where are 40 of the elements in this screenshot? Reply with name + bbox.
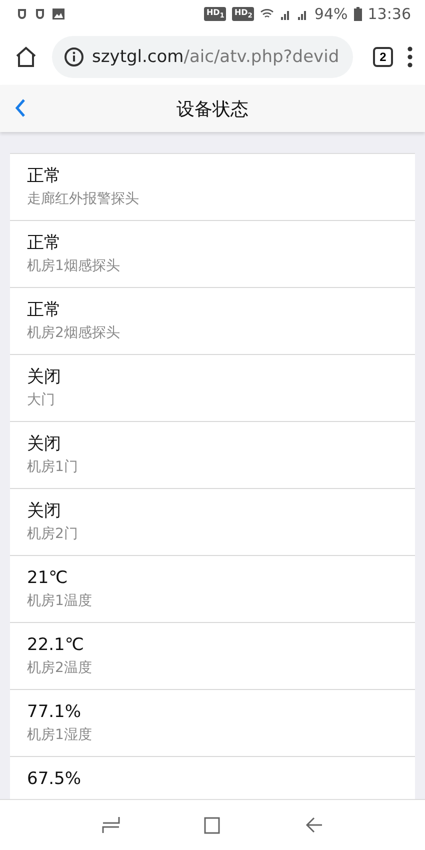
notification-icon — [16, 8, 28, 20]
device-name: 机房1门 — [27, 458, 79, 477]
status-value: 67.5% — [27, 768, 82, 790]
hd-badge: HD$_{2}$ — [232, 7, 254, 21]
wifi-icon — [260, 8, 274, 20]
status-value: 正常 — [27, 299, 62, 321]
status-value: 关闭 — [27, 366, 62, 388]
info-icon — [64, 46, 84, 66]
device-name: 机房1温度 — [27, 592, 93, 611]
back-nav-button[interactable] — [305, 816, 324, 834]
menu-button[interactable] — [407, 46, 413, 68]
status-value: 22.1℃ — [27, 634, 85, 656]
device-name: 机房2温度 — [27, 659, 93, 678]
status-value: 77.1% — [27, 701, 82, 723]
device-name: 走廊红外报警探头 — [27, 190, 140, 209]
clock: 13:36 — [368, 5, 411, 23]
hd-badge: HD$_{1}$ — [204, 7, 226, 21]
status-value: 关闭 — [27, 433, 62, 455]
home-button[interactable] — [14, 44, 38, 68]
recents-button[interactable] — [102, 816, 120, 834]
status-value: 正常 — [27, 232, 62, 254]
tab-count-button[interactable]: 2 — [373, 46, 393, 66]
notification-icon — [34, 8, 46, 20]
status-value: 关闭 — [27, 500, 62, 522]
image-icon — [52, 8, 65, 20]
page-title: 设备状态 — [176, 98, 248, 120]
device-name: 机房1湿度 — [27, 726, 93, 745]
device-name: 机房2门 — [27, 525, 79, 544]
battery-percent: 94% — [314, 5, 348, 23]
signal-icon — [297, 8, 308, 20]
signal-icon — [280, 8, 292, 20]
status-value: 21℃ — [27, 567, 69, 589]
device-name: 机房1烟感探头 — [27, 257, 121, 276]
status-value: 正常 — [27, 165, 62, 187]
battery-icon — [354, 7, 362, 21]
device-name: 机房2烟感探头 — [27, 324, 121, 343]
device-name: 大门 — [27, 391, 56, 410]
address-field[interactable]: szytgl.com/aic/atv.php?devid — [52, 36, 353, 78]
url-text: szytgl.com/aic/atv.php?devid — [92, 46, 340, 66]
home-nav-button[interactable] — [203, 816, 222, 834]
